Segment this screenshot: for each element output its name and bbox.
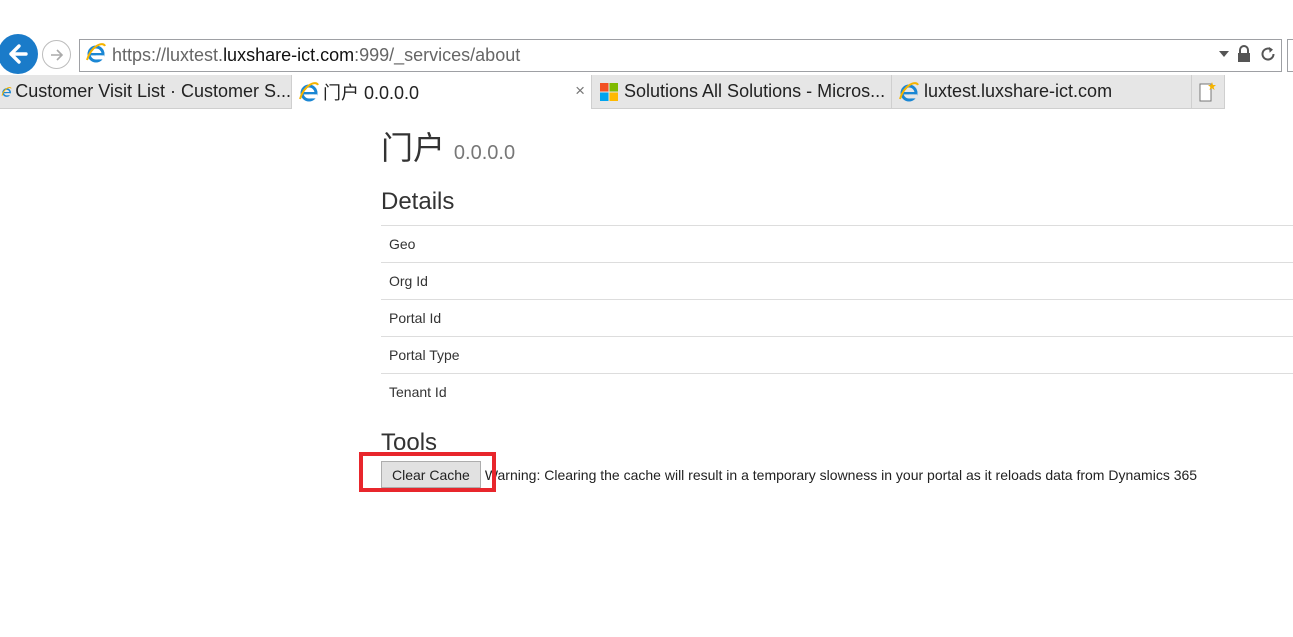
page-title: 门户 0.0.0.0: [381, 128, 1293, 173]
ie-logo-icon: [85, 42, 107, 69]
table-row: Tenant Id: [381, 373, 1293, 410]
tab-title: luxtest.luxshare-ict.com: [924, 81, 1113, 101]
table-row: Portal Type: [381, 336, 1293, 374]
ie-logo-icon: [299, 82, 319, 102]
tab-strip: Customer Visit List · Customer S... 门户 0…: [0, 75, 1293, 109]
search-box-edge[interactable]: [1287, 39, 1293, 72]
close-tab-icon[interactable]: ×: [575, 81, 585, 101]
detail-label: Portal Id: [381, 299, 1293, 337]
windows-logo-icon: [600, 82, 618, 101]
table-row: Portal Id: [381, 299, 1293, 337]
tab-luxtest[interactable]: luxtest.luxshare-ict.com: [892, 75, 1192, 109]
new-tab-button[interactable]: [1192, 75, 1225, 109]
tools-row: Clear Cache Warning: Clearing the cache …: [381, 461, 1197, 488]
page-content: 门户 0.0.0.0 Details Geo Org Id Portal Id …: [381, 109, 1293, 488]
table-row: Org Id: [381, 262, 1293, 300]
ie-logo-icon: [1, 86, 12, 97]
detail-label: Portal Type: [381, 336, 1293, 374]
ie-logo-icon: [899, 81, 919, 101]
tab-portal-active[interactable]: 门户 0.0.0.0 ×: [291, 75, 592, 109]
refresh-icon[interactable]: [1259, 45, 1277, 63]
table-row: Geo: [381, 225, 1293, 263]
address-bar[interactable]: https://luxtest.luxshare-ict.com:999/_se…: [79, 39, 1282, 72]
tab-title: Customer Visit List · Customer S...: [15, 81, 291, 101]
back-arrow-icon: [9, 44, 28, 64]
cache-warning-text: Warning: Clearing the cache will result …: [484, 466, 1198, 483]
new-tab-icon: [1199, 81, 1216, 101]
detail-label: Geo: [381, 225, 1293, 263]
tab-title: Solutions All Solutions - Micros...: [624, 81, 886, 101]
lock-icon[interactable]: [1237, 45, 1251, 63]
details-heading: Details: [381, 188, 455, 215]
back-button[interactable]: [0, 34, 38, 74]
detail-label: Org Id: [381, 262, 1293, 300]
tab-title: 门户 0.0.0.0: [323, 83, 420, 103]
tab-customer-visit-list[interactable]: Customer Visit List · Customer S...: [0, 75, 292, 109]
forward-arrow-icon: [50, 48, 63, 61]
version-label: 0.0.0.0: [453, 142, 516, 164]
url-text[interactable]: https://luxtest.luxshare-ict.com:999/_se…: [112, 45, 520, 66]
tools-heading: Tools: [381, 429, 438, 456]
page-title-text: 门户: [381, 130, 446, 166]
forward-button[interactable]: [42, 40, 71, 69]
tab-solutions[interactable]: Solutions All Solutions - Micros...: [592, 75, 892, 109]
highlight-box: [359, 452, 496, 492]
dropdown-caret-icon[interactable]: [1219, 51, 1229, 57]
details-table: Geo Org Id Portal Id Portal Type Tenant …: [381, 225, 1293, 410]
detail-label: Tenant Id: [381, 373, 1293, 410]
